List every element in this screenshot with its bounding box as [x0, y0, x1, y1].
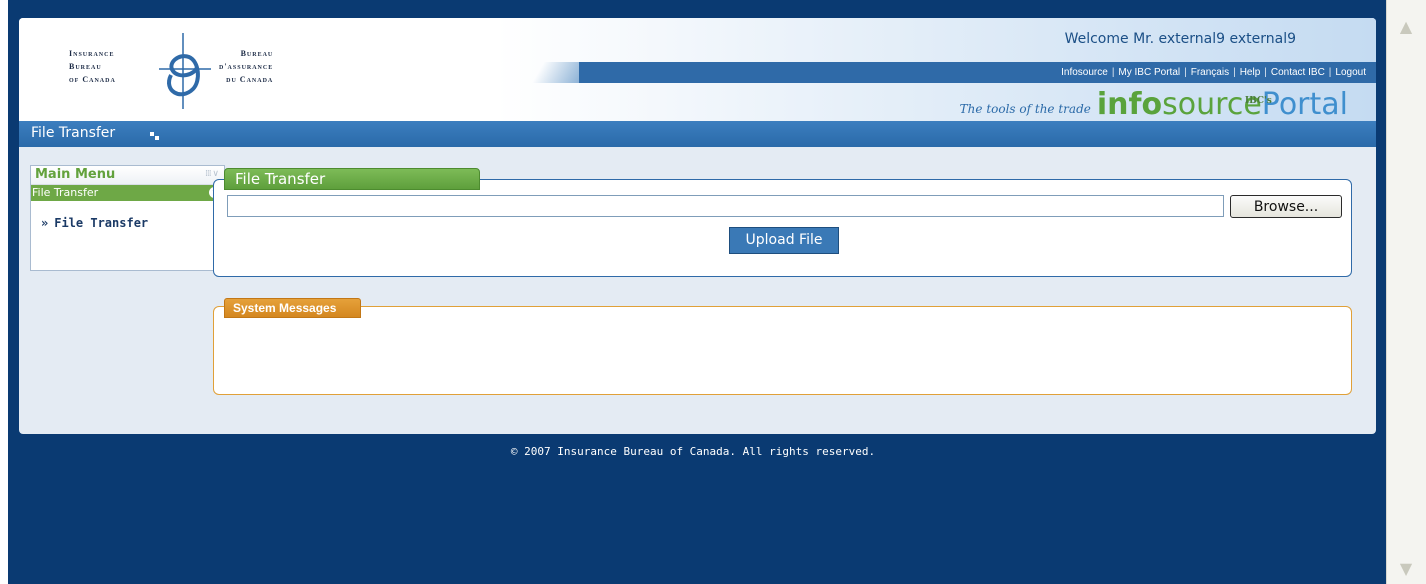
system-messages-panel — [213, 306, 1352, 395]
upload-file-button[interactable]: Upload File — [729, 227, 839, 254]
menu-grip-icon[interactable]: ⁞⁞⁞ ∨ — [205, 169, 219, 179]
file-transfer-panel-tab: File Transfer — [224, 168, 480, 190]
window-left-edge — [0, 0, 8, 584]
title-decoration-icon — [150, 132, 159, 140]
top-nav: Infosource | My IBC Portal | Français | … — [1057, 65, 1370, 79]
menu-header: Main Menu ⁞⁞⁞ ∨ — [31, 166, 224, 185]
sidebar-item-file-transfer[interactable]: » File Transfer — [41, 216, 148, 230]
logo-text-french: Bureau d'assurance du Canada — [219, 47, 273, 86]
sidebar-item-label: File Transfer — [54, 216, 149, 230]
scroll-down-icon[interactable]: ▼ — [1397, 560, 1415, 578]
nav-help[interactable]: Help — [1236, 67, 1265, 78]
main-menu: Main Menu ⁞⁞⁞ ∨ File Transfer ⌃ » File Tr… — [30, 165, 225, 271]
nav-separator: | — [1233, 66, 1236, 78]
nav-my-ibc-portal[interactable]: My IBC Portal — [1114, 67, 1184, 78]
system-messages-panel-title: System Messages — [233, 301, 337, 315]
page-title: File Transfer — [31, 125, 116, 141]
brand-part-info: info — [1096, 87, 1163, 121]
brand-small-label: IBC's — [1244, 96, 1272, 106]
nav-francais[interactable]: Français — [1187, 67, 1233, 78]
logo-line: of Canada — [69, 75, 116, 84]
vertical-scrollbar[interactable]: ▲ ▼ — [1386, 0, 1426, 584]
nav-separator: | — [1328, 66, 1332, 78]
welcome-message: Welcome Mr. external9 external9 — [1064, 31, 1296, 47]
footer-copyright: © 2007 Insurance Bureau of Canada. All r… — [510, 445, 876, 458]
nav-infosource[interactable]: Infosource — [1057, 67, 1112, 78]
nav-separator: | — [1264, 66, 1267, 78]
logo-line: Insurance — [69, 49, 115, 58]
system-messages-panel-tab: System Messages — [224, 298, 361, 318]
logo-text-english: Insurance Bureau of Canada — [69, 47, 116, 86]
brand-tagline: The tools of the trade IBC's infosourceP… — [960, 86, 1348, 120]
logo-line: Bureau — [69, 62, 102, 71]
file-path-input[interactable] — [227, 195, 1224, 217]
logo-emblem-icon — [159, 33, 211, 109]
menu-section-label: File Transfer — [32, 186, 99, 199]
header-banner: Insurance Bureau of Canada Bureau d'assu… — [19, 18, 1376, 121]
nav-separator: | — [1184, 66, 1187, 78]
bullet-arrow-icon: » — [41, 216, 49, 230]
browse-button[interactable]: Browse... — [1230, 195, 1342, 218]
menu-title: Main Menu — [35, 167, 116, 182]
nav-logout[interactable]: Logout — [1331, 67, 1370, 78]
scroll-up-icon[interactable]: ▲ — [1397, 18, 1415, 36]
nav-contact-ibc[interactable]: Contact IBC — [1267, 67, 1329, 78]
menu-section-file-transfer[interactable]: File Transfer ⌃ — [31, 185, 224, 201]
page-title-bar: File Transfer — [19, 121, 1376, 147]
brand-part-portal: Portal — [1261, 87, 1348, 121]
logo-line: du Canada — [226, 75, 274, 84]
ibc-logo[interactable]: Insurance Bureau of Canada Bureau d'assu… — [67, 31, 307, 111]
logo-line: d'assurance — [219, 62, 274, 71]
logo-line: Bureau — [240, 49, 274, 58]
infosource-portal-logo: IBC's infosourcePortal — [1097, 90, 1348, 120]
nav-separator: | — [1111, 66, 1115, 78]
tagline-text: The tools of the trade — [959, 102, 1091, 116]
file-transfer-panel-title: File Transfer — [235, 170, 326, 188]
